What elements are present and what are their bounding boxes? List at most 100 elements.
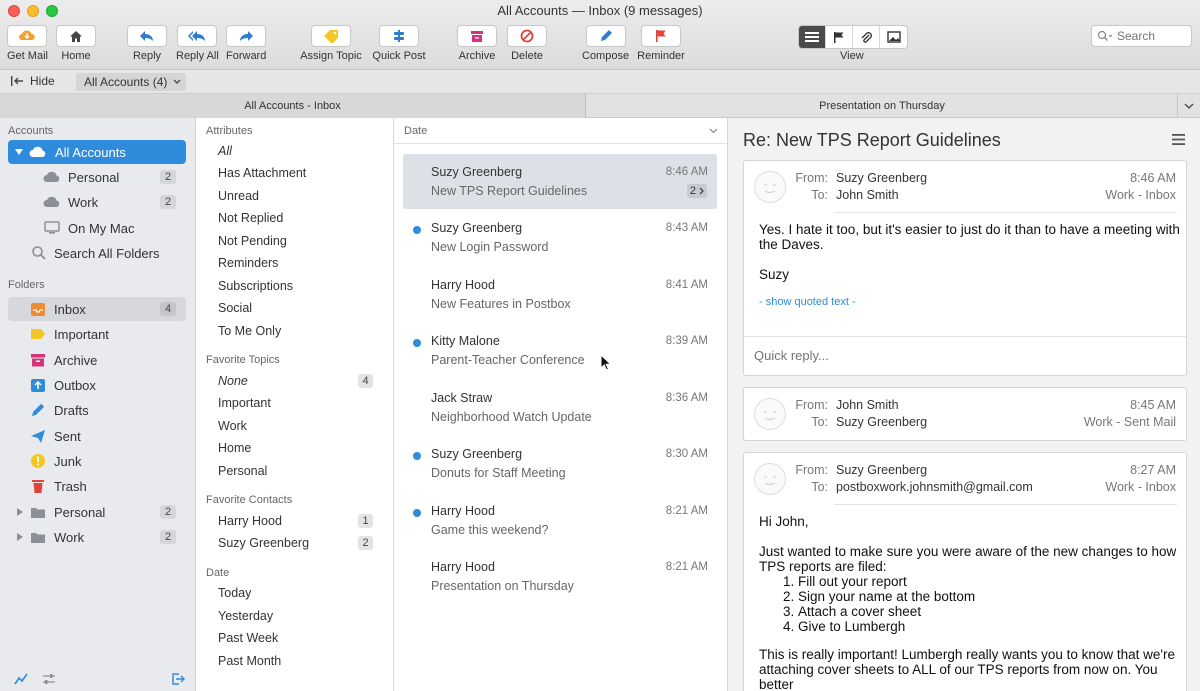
filter-item-to-me-only[interactable]: To Me Only (218, 324, 281, 338)
search-input[interactable] (1117, 29, 1189, 43)
quick-reply-input[interactable] (754, 343, 1174, 367)
reminder-button[interactable]: Reminder (637, 25, 685, 62)
topic-item-important[interactable]: Important (218, 396, 271, 410)
list-view-icon[interactable] (799, 26, 826, 48)
archive-button[interactable]: Archive (457, 25, 497, 62)
compose-button[interactable]: Compose (582, 25, 629, 62)
filter-item-all[interactable]: All (218, 144, 232, 158)
tab-bar: All Accounts - Inbox Presentation on Thu… (0, 94, 1200, 118)
filter-item-has-attachment[interactable]: Has Attachment (218, 166, 306, 180)
sidebar-item-personal-account[interactable]: Personal 2 (8, 165, 186, 189)
reply-all-button[interactable]: Reply All (176, 25, 219, 62)
account-selector[interactable]: All Accounts (4) (76, 73, 186, 91)
sidebar-item-personal-folder[interactable]: Personal 2 (8, 500, 186, 524)
assign-topic-button[interactable]: Assign Topic (298, 25, 364, 62)
filter-item-subscriptions[interactable]: Subscriptions (218, 279, 293, 293)
message-list: Date Suzy Greenberg New TPS Report Guide… (394, 118, 728, 691)
topic-item-personal[interactable]: Personal (218, 464, 267, 478)
sidebar-item-junk[interactable]: Junk (8, 449, 186, 473)
get-mail-button[interactable]: Get Mail (7, 25, 48, 62)
tab-inbox[interactable]: All Accounts - Inbox (0, 94, 586, 118)
sender-name[interactable]: John Smith (836, 398, 899, 412)
sidebar-item-sent[interactable]: Sent (8, 424, 186, 448)
accounts-heading: Accounts (8, 125, 54, 137)
flag-view-icon[interactable] (826, 26, 853, 48)
flag-icon (641, 25, 681, 47)
tag-icon (31, 329, 45, 339)
sidebar-item-work-account[interactable]: Work 2 (8, 190, 186, 214)
contact-item-harry-hood[interactable]: Harry Hood (218, 514, 282, 528)
filter-item-social[interactable]: Social (218, 301, 252, 315)
attachment-view-icon[interactable] (853, 26, 880, 48)
recipient-name[interactable]: John Smith (836, 188, 899, 202)
topic-item-work[interactable]: Work (218, 419, 247, 433)
sidebar-item-important[interactable]: Important (8, 322, 186, 346)
sender-name[interactable]: Suzy Greenberg (836, 463, 927, 477)
sidebar-item-trash[interactable]: Trash (8, 474, 186, 498)
recipient-name[interactable]: Suzy Greenberg (836, 415, 927, 429)
activity-icon[interactable] (14, 673, 28, 685)
message-row[interactable]: Suzy Greenberg New TPS Report Guidelines… (403, 154, 717, 209)
archive-icon (31, 354, 45, 367)
tab-presentation[interactable]: Presentation on Thursday (587, 94, 1177, 118)
reply-all-icon (177, 25, 218, 47)
sidebar-item-drafts[interactable]: Drafts (8, 398, 186, 422)
sidebar-item-outbox[interactable]: Outbox (8, 373, 186, 397)
sidebar-item-search-all-folders[interactable]: Search All Folders (8, 241, 186, 265)
sidebar-item-on-my-mac[interactable]: On My Mac (8, 216, 186, 240)
sign-out-icon[interactable] (171, 672, 185, 686)
message-row[interactable]: Harry Hood Presentation on Thursday 8:21… (403, 549, 717, 604)
sidebar-item-inbox[interactable]: Inbox 4 (8, 297, 186, 321)
topic-item-home[interactable]: Home (218, 441, 251, 455)
thread-count-badge[interactable]: 2 (686, 184, 707, 198)
tab-overflow-button[interactable] (1177, 94, 1200, 118)
image-view-icon[interactable] (880, 26, 907, 48)
search-field[interactable] (1091, 25, 1192, 47)
folder-icon (31, 532, 45, 543)
sort-header[interactable]: Date (394, 118, 727, 144)
sender-name[interactable]: Suzy Greenberg (836, 171, 927, 185)
message-card[interactable]: From: John Smith To: Suzy Greenberg 8:45… (743, 387, 1187, 441)
sidebar-item-work-folder[interactable]: Work 2 (8, 525, 186, 549)
contact-item-suzy-greenberg[interactable]: Suzy Greenberg (218, 536, 309, 550)
filter-item-not-pending[interactable]: Not Pending (218, 234, 287, 248)
pencil-icon (32, 403, 45, 416)
date-item-today[interactable]: Today (218, 586, 251, 600)
message-row[interactable]: Harry Hood Game this weekend? 8:21 AM (403, 493, 717, 548)
reading-pane: Re: New TPS Report Guidelines From: Suzy… (728, 118, 1200, 691)
message-row[interactable]: Kitty Malone Parent-Teacher Conference 8… (403, 323, 717, 378)
recipient-email[interactable]: postboxwork.johnsmith@gmail.com (836, 480, 1033, 494)
search-icon (1097, 30, 1113, 41)
avatar (754, 398, 786, 430)
sliders-icon[interactable] (42, 673, 56, 685)
show-quoted-text-link[interactable]: - show quoted text - (759, 296, 856, 308)
filter-item-unread[interactable]: Unread (218, 189, 259, 203)
mouse-cursor-icon (600, 354, 611, 371)
sidebar-item-archive[interactable]: Archive (8, 348, 186, 372)
date-item-past-month[interactable]: Past Month (218, 654, 281, 668)
message-row[interactable]: Suzy Greenberg New Login Password 8:43 A… (403, 210, 717, 265)
message-row[interactable]: Jack Straw Neighborhood Watch Update 8:3… (403, 380, 717, 435)
reply-button[interactable]: Reply (127, 25, 167, 62)
quick-post-button[interactable]: Quick Post (370, 25, 428, 62)
filter-item-not-replied[interactable]: Not Replied (218, 211, 283, 225)
delete-button[interactable]: Delete (507, 25, 547, 62)
smiley-icon (764, 411, 776, 420)
home-button[interactable]: Home (56, 25, 96, 62)
filter-item-reminders[interactable]: Reminders (218, 256, 278, 270)
message-time: 8:46 AM (1130, 171, 1176, 185)
avatar (754, 171, 786, 203)
hide-sidebar-button[interactable]: Hide (10, 74, 55, 88)
date-item-past-week[interactable]: Past Week (218, 631, 278, 645)
topic-item-none[interactable]: None (218, 374, 248, 388)
contact-badge: 2 (358, 536, 373, 550)
date-item-yesterday[interactable]: Yesterday (218, 609, 273, 623)
message-row[interactable]: Suzy Greenberg Donuts for Staff Meeting … (403, 436, 717, 491)
unread-badge: 2 (160, 530, 176, 544)
tag-icon (311, 25, 351, 47)
sidebar-item-all-accounts[interactable]: All Accounts (8, 140, 186, 164)
message-row[interactable]: Harry Hood New Features in Postbox 8:41 … (403, 267, 717, 322)
unread-dot (413, 339, 421, 347)
menu-icon[interactable] (1172, 134, 1185, 145)
forward-button[interactable]: Forward (226, 25, 266, 62)
